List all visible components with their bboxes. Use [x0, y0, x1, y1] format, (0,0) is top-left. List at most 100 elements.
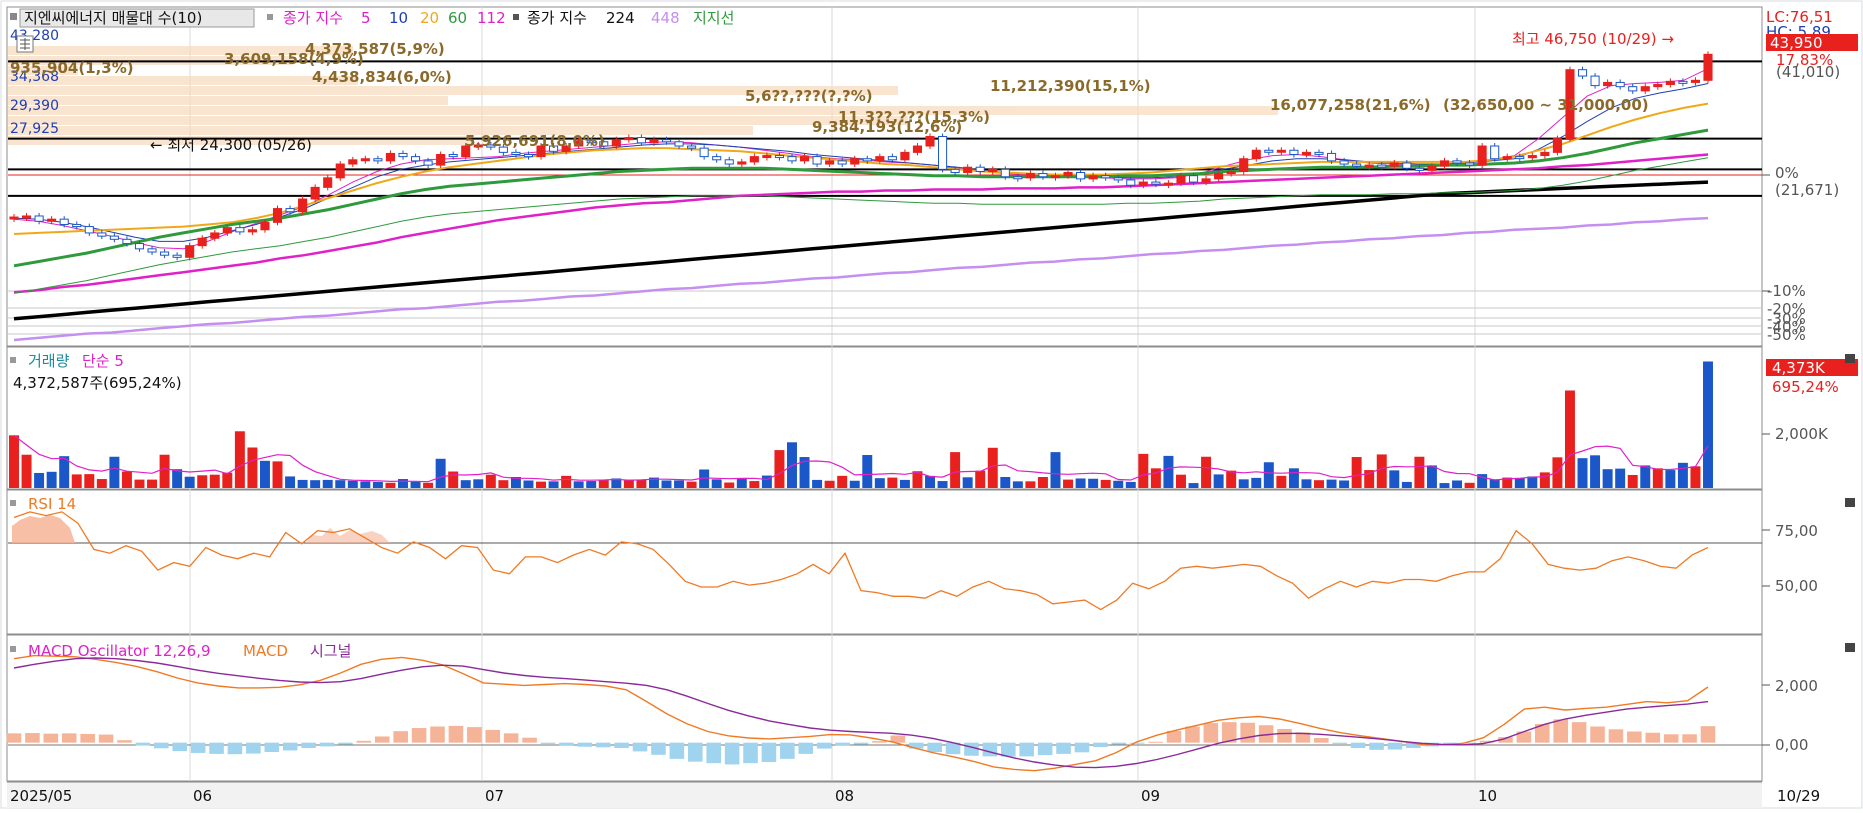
macd-osc-bar — [172, 742, 188, 752]
macd-osc-bar — [669, 742, 685, 759]
volume-bar — [1100, 479, 1111, 488]
candle — [222, 227, 232, 234]
candle — [774, 155, 784, 159]
macd-osc-bar — [154, 742, 169, 749]
candle — [1402, 162, 1412, 169]
candle — [1502, 156, 1512, 160]
volume-bar — [1314, 480, 1324, 488]
volume-bar — [485, 474, 496, 488]
candle — [1389, 162, 1399, 167]
x-axis: 2025/05 06 07 08 09 10 10/29 — [7, 781, 1820, 808]
macd-tick-0: 0,00 — [1775, 736, 1808, 754]
volume-bar — [812, 479, 823, 488]
volume-pct: 695,24% — [1772, 378, 1839, 396]
volume-bar — [711, 479, 722, 488]
volume-bar — [347, 480, 358, 488]
macd-osc-bar — [1682, 734, 1697, 743]
volume-bar — [536, 481, 547, 488]
macd-osc-bar — [356, 740, 372, 743]
macd-osc-bar — [264, 742, 280, 752]
macd-osc-bar — [1074, 742, 1090, 753]
volume-bar — [335, 480, 346, 488]
candle — [1151, 181, 1161, 185]
volume-bar — [548, 481, 559, 488]
macd-title: MACD — [243, 642, 288, 660]
macd-osc-bar — [135, 742, 151, 746]
candle — [912, 145, 923, 153]
vp-band-9 — [8, 126, 753, 135]
volume-bar — [1439, 483, 1450, 488]
macd-osc-bar — [1627, 731, 1642, 743]
volume-bar — [1665, 470, 1676, 488]
legend-title: 지엔씨에너지 매물대 수(10) — [24, 9, 202, 27]
macd-osc-bar — [80, 733, 95, 743]
x-label-sep: 09 — [1141, 787, 1160, 805]
macd-osc-bar — [540, 742, 556, 744]
macd-osc-bar — [43, 733, 59, 743]
candle — [511, 151, 521, 156]
candle — [373, 158, 383, 162]
macd-osc-bar — [1277, 728, 1292, 743]
volume-bar — [749, 481, 760, 488]
candle — [1690, 79, 1701, 83]
macd-osc-bar — [614, 742, 629, 748]
volume-bar — [523, 480, 534, 488]
candle — [285, 208, 295, 213]
candle — [1603, 81, 1613, 87]
minus50-label: -50% — [1767, 326, 1806, 344]
macd-osc-bar — [282, 742, 298, 751]
volume-bar — [297, 479, 308, 488]
signal-title: 시그널 — [310, 642, 351, 660]
volume-bar — [975, 470, 986, 488]
macd-osc-bar — [209, 742, 224, 754]
volume-bar — [147, 479, 158, 488]
macd-osc-bar — [1314, 738, 1329, 743]
macd-osc-bar — [1608, 729, 1624, 743]
candle — [310, 186, 320, 200]
candle — [360, 158, 370, 162]
candle — [988, 168, 998, 172]
volume-bar — [950, 452, 961, 488]
candle — [385, 152, 395, 162]
volume-bar — [1677, 462, 1688, 488]
macd-osc-bar — [872, 741, 887, 743]
candle — [1678, 80, 1688, 84]
candle — [122, 238, 132, 245]
candle — [900, 151, 910, 161]
volume-close-icon[interactable] — [1845, 354, 1855, 363]
macd-osc-bar — [1185, 726, 1200, 743]
left-label-3: 29,390 — [10, 98, 59, 114]
chart-canvas[interactable]: 지엔씨에너지 매물대 수(10) 종가 지수 5 10 20 60 112 종가… — [0, 0, 1863, 809]
macd-osc-bar — [1148, 741, 1163, 743]
macd-osc-bar — [301, 742, 316, 748]
rsi-tick-50: 50,00 — [1775, 577, 1818, 595]
volume-bar — [1213, 474, 1224, 488]
volume-bar — [1113, 480, 1124, 488]
legend-close-ma2: 종가 지수 — [527, 9, 587, 27]
volume-bar — [1075, 478, 1086, 488]
candle — [661, 139, 672, 143]
candle — [699, 147, 709, 158]
left-label-4: 27,925 — [10, 121, 59, 137]
vp-band-8 — [8, 116, 908, 125]
candle — [1665, 80, 1675, 86]
ref-price: (41,010) — [1776, 63, 1840, 81]
volume-bar — [1263, 462, 1274, 488]
volume-current: 4,372,587주(695,24%) — [13, 374, 182, 392]
rsi-close-icon[interactable] — [1845, 498, 1855, 507]
candle — [649, 139, 659, 144]
candle — [34, 215, 44, 222]
macd-osc-bar — [687, 742, 703, 762]
candle — [1276, 149, 1286, 153]
volume-bar — [197, 475, 208, 488]
macd-osc-bar — [1387, 742, 1403, 750]
candle — [1201, 178, 1211, 183]
vp-range-label: (32,650,00 ~ 31,000,00) — [1443, 96, 1649, 114]
volume-bar — [1364, 470, 1375, 488]
candle — [799, 156, 810, 162]
candle — [1188, 175, 1199, 183]
macd-close-icon[interactable] — [1845, 643, 1855, 652]
volume-bar — [259, 460, 270, 488]
candle — [1540, 151, 1550, 157]
macd-osc-bar — [6, 733, 22, 743]
